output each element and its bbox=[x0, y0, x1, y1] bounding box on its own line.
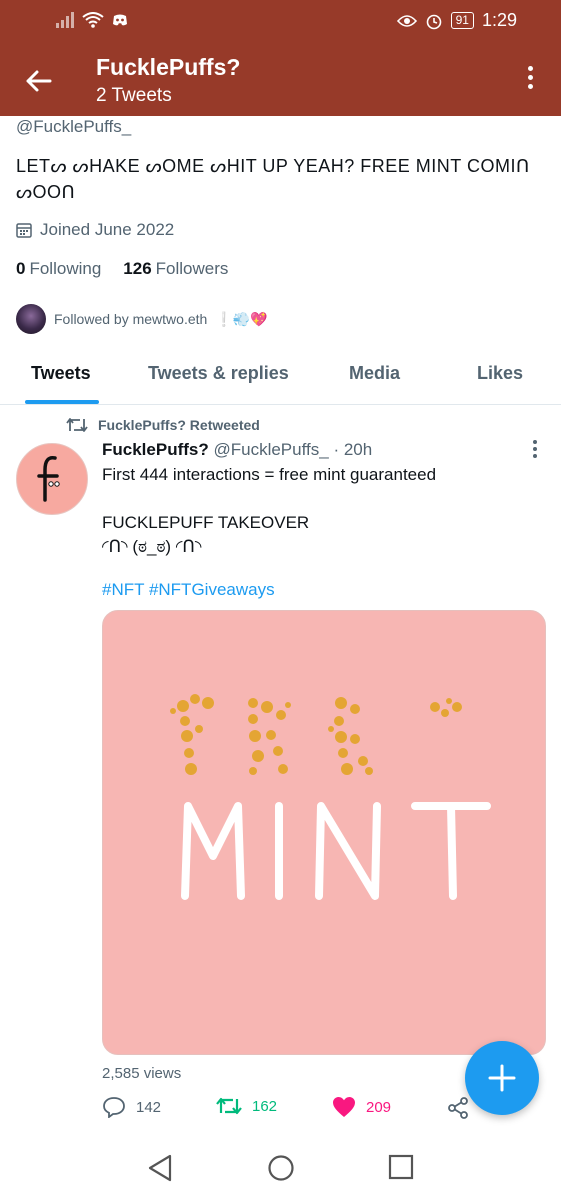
tweet-author-name[interactable]: FucklePuffs? bbox=[102, 440, 209, 459]
like-count: 209 bbox=[366, 1098, 392, 1116]
compose-tweet-button[interactable] bbox=[465, 1041, 539, 1115]
plus-icon bbox=[488, 1064, 516, 1092]
tweet-media-image[interactable] bbox=[102, 610, 546, 1055]
battery-icon: 91 bbox=[450, 12, 474, 29]
joined-date: Joined June 2022 bbox=[16, 220, 174, 240]
status-bar: 91 1:29 bbox=[0, 0, 561, 40]
nav-back-button[interactable] bbox=[147, 1154, 173, 1187]
avatar bbox=[16, 304, 46, 334]
tweet-header: FucklePuffs? @FucklePuffs_ · 20h bbox=[102, 440, 373, 459]
calendar-icon bbox=[16, 223, 32, 238]
followed-by-label: Followed by mewtwo.eth bbox=[54, 311, 208, 327]
free-mint-artwork bbox=[170, 694, 491, 900]
followers-link[interactable]: 126 Followers bbox=[123, 259, 228, 279]
square-recents-icon bbox=[388, 1154, 414, 1180]
profile-handle: @FucklePuffs_ bbox=[16, 117, 132, 136]
retweet-icon bbox=[216, 1097, 242, 1115]
active-tab-indicator bbox=[25, 400, 99, 404]
reply-count: 142 bbox=[136, 1098, 162, 1116]
reply-icon bbox=[103, 1097, 125, 1118]
follow-stats: 0 Following 126 Followers bbox=[16, 259, 228, 279]
tweet-views: 2,585 views bbox=[102, 1065, 182, 1082]
page-title: FucklePuffs? bbox=[96, 54, 241, 80]
wifi-icon bbox=[82, 12, 104, 28]
hashtag-nftgiveaways[interactable]: #NFTGiveaways bbox=[149, 580, 275, 599]
tab-tweets[interactable]: Tweets bbox=[31, 363, 91, 384]
clock: 1:29 bbox=[481, 10, 517, 30]
triangle-back-icon bbox=[148, 1154, 172, 1182]
tweet-actions: 142 162 209 bbox=[102, 1096, 482, 1126]
avatar-f-logo bbox=[37, 456, 60, 502]
nav-home-button[interactable] bbox=[267, 1154, 295, 1187]
tweet-text: First 444 interactions = free mint guara… bbox=[102, 465, 437, 556]
app-header: 91 1:29 FucklePuffs? 2 Tweets bbox=[0, 0, 561, 116]
tweet-hashtags: #NFT #NFTGiveaways bbox=[102, 580, 275, 600]
followed-by[interactable]: Followed by mewtwo.eth ❕💨💖 bbox=[16, 304, 268, 334]
tweet-author-avatar[interactable] bbox=[16, 443, 88, 515]
hashtag-nft[interactable]: #NFT bbox=[102, 580, 144, 599]
alarm-icon bbox=[426, 14, 441, 29]
discord-icon bbox=[113, 14, 127, 26]
tweet-time: 20h bbox=[343, 440, 373, 459]
retweet-count: 162 bbox=[252, 1097, 278, 1115]
reply-button[interactable]: 142 bbox=[102, 1096, 161, 1118]
following-link[interactable]: 0 Following bbox=[16, 259, 101, 279]
retweet-indicator: FucklePuffs? Retweeted bbox=[66, 417, 260, 433]
tweet-author-handle: @FucklePuffs_ bbox=[213, 440, 329, 459]
tweet-more-button[interactable] bbox=[531, 440, 539, 462]
tab-media[interactable]: Media bbox=[349, 363, 400, 384]
joined-label: Joined June 2022 bbox=[40, 220, 175, 239]
like-button[interactable]: 209 bbox=[332, 1096, 391, 1118]
nav-recents-button[interactable] bbox=[388, 1154, 414, 1185]
retweet-button[interactable]: 162 bbox=[216, 1096, 277, 1116]
arrow-left-icon bbox=[26, 70, 52, 92]
tab-tweets-replies[interactable]: Tweets & replies bbox=[148, 363, 289, 384]
profile-tabs: Tweets Tweets & replies Media Likes bbox=[0, 352, 561, 405]
heart-icon bbox=[333, 1097, 355, 1117]
tweet-count: 2 Tweets bbox=[96, 85, 172, 106]
tab-likes[interactable]: Likes bbox=[477, 363, 523, 384]
back-button[interactable] bbox=[22, 64, 56, 98]
retweet-icon bbox=[66, 418, 88, 432]
followed-by-emoji: ❕💨💖 bbox=[215, 310, 268, 327]
profile-bio: LETᔕ ᔕHAKE ᔕOME ᔕHIT UP YEAH? FREE MINT … bbox=[16, 156, 530, 202]
circle-home-icon bbox=[268, 1155, 294, 1181]
system-nav-bar bbox=[0, 1136, 561, 1200]
more-options-button[interactable] bbox=[523, 66, 537, 96]
signal-icon bbox=[56, 12, 74, 28]
eye-icon bbox=[396, 14, 417, 27]
